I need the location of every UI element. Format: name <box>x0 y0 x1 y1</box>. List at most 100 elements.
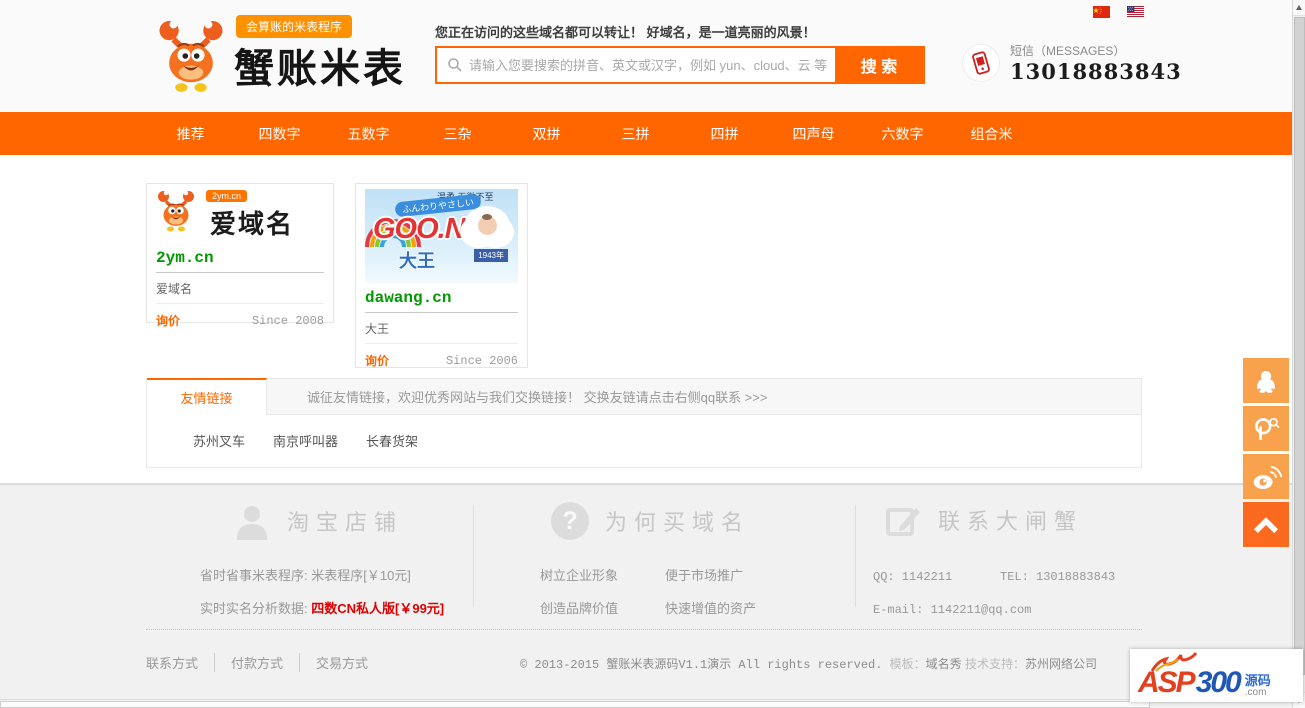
heart-cloud-icon <box>464 206 510 246</box>
data-price-link[interactable]: 四数CN私人版[￥99元] <box>311 601 444 616</box>
paipai-search-button[interactable] <box>1243 406 1289 451</box>
contact-tel: TEL: 13018883843 <box>1000 570 1116 584</box>
nav-item-5digit[interactable]: 五数字 <box>324 124 413 144</box>
language-flags <box>1093 6 1144 18</box>
friend-link-nanjing-pager[interactable]: 南京呼叫器 <box>273 431 338 450</box>
template-link[interactable]: 域名秀 <box>926 657 962 671</box>
footer-divider <box>855 505 856 607</box>
search-input[interactable] <box>437 48 835 82</box>
footer-line-data: 实时实名分析数据: 四数CN私人版[￥99元] <box>200 598 444 617</box>
page: 会算账的米表程序 蟹账米表 您正在访问的这些域名都可以转让！ 好域名，是一道亮丽… <box>0 0 1305 708</box>
footer-line-program: 省时省事米表程序: 米表程序[￥10元] <box>200 565 411 584</box>
domain-card-2ym[interactable]: 2ym.cn 爱域名 2ym.cn 爱域名 询价 Since 2008 <box>146 183 334 328</box>
chevron-up-icon <box>1253 516 1279 533</box>
nav-item-4pinyin[interactable]: 四拼 <box>680 124 769 144</box>
support-link[interactable]: 苏州网络公司 <box>1025 657 1097 671</box>
float-toolbar <box>1243 358 1289 550</box>
friend-links-header: 友情链接 诚征友情链接，欢迎优秀网站与我们交换链接！ 交换友链请点击右侧qq联系… <box>147 378 1141 415</box>
why-item: 快速增值的资产 <box>665 601 757 616</box>
domain-name-link[interactable]: 2ym.cn <box>156 243 324 273</box>
domain-description: 爱域名 <box>156 282 193 296</box>
wm-yuanma: 源码 <box>1244 673 1271 688</box>
horizontal-scrollbar[interactable] <box>0 699 1292 708</box>
phone-circle <box>962 44 1000 82</box>
card-footer: 询价 Since 2006 <box>365 343 518 377</box>
image-year-badge: 1943年 <box>474 249 508 262</box>
domain-name-link[interactable]: dawang.cn <box>365 283 518 313</box>
image-brand-text: GOO.N <box>373 213 466 245</box>
wm-300: 300 <box>1195 666 1242 699</box>
footer-col-title-text: 联系大闸蟹 <box>938 509 1084 534</box>
bottom-link-payment[interactable]: 付款方式 <box>214 653 299 672</box>
weibo-button[interactable] <box>1243 454 1289 499</box>
why-item: 创造品牌价值 <box>540 601 619 616</box>
asp300-watermark[interactable]: ASP 300 源码 .com <box>1130 649 1303 702</box>
support-label: 技术支持： <box>961 657 1026 671</box>
nav-item-3mixed[interactable]: 三杂 <box>413 124 502 144</box>
qq-penguin-icon <box>1257 370 1275 393</box>
footer-dotted-divider <box>146 629 1142 630</box>
pencil-edit-icon <box>886 508 920 536</box>
nav-item-6digit[interactable]: 六数字 <box>858 124 947 144</box>
bottom-link-trade[interactable]: 交易方式 <box>299 653 384 672</box>
tab-friend-links[interactable]: 友情链接 <box>147 378 267 415</box>
card-footer: 询价 Since 2008 <box>156 303 324 337</box>
site-logo[interactable]: 会算账的米表程序 蟹账米表 <box>156 12 436 106</box>
asp300-logo-text: ASP 300 源码 .com <box>1138 666 1271 699</box>
china-flag-icon[interactable] <box>1093 6 1110 18</box>
footer: 淘宝店铺 省时省事米表程序: 米表程序[￥10元] 实时实名分析数据: 四数CN… <box>0 483 1292 708</box>
search-bar: 搜 索 <box>435 46 925 84</box>
bottom-link-contact[interactable]: 联系方式 <box>146 653 214 672</box>
nav-item-combo[interactable]: 组合米 <box>947 124 1036 144</box>
footer-col-taobao-title: 淘宝店铺 <box>233 502 403 540</box>
nav-item-recommend[interactable]: 推荐 <box>146 124 235 144</box>
footer-col-title-text: 为何买域名 <box>605 510 751 535</box>
nav-item-2pinyin[interactable]: 双拼 <box>502 124 591 144</box>
nav-item-4initials[interactable]: 四声母 <box>769 124 858 144</box>
friend-link-changchun-shelf[interactable]: 长春货架 <box>366 431 418 450</box>
copyright: © 2013-2015 蟹账米表源码V1.1演示 All rights rese… <box>520 655 1097 672</box>
crab-mascot-icon <box>156 189 196 234</box>
domain-description: 大王 <box>365 322 390 336</box>
usa-flag-icon[interactable] <box>1127 6 1144 18</box>
phone-number: 13018883843 <box>1010 59 1182 84</box>
line-label: 省时省事米表程序: <box>200 568 312 583</box>
why-item: 便于市场推广 <box>665 568 744 583</box>
friend-links-body: 苏州叉车 南京呼叫器 长春货架 <box>147 415 1141 450</box>
scroll-up-button[interactable] <box>1293 0 1305 16</box>
footer-divider <box>473 505 474 607</box>
baby-hair <box>482 214 492 220</box>
nav-inner: 推荐 四数字 五数字 三杂 双拼 三拼 四拼 四声母 六数字 组合米 <box>146 112 1292 155</box>
nav-item-3pinyin[interactable]: 三拼 <box>591 124 680 144</box>
crab-mascot-icon <box>159 20 223 92</box>
header: 会算账的米表程序 蟹账米表 您正在访问的这些域名都可以转让！ 好域名，是一道亮丽… <box>0 0 1292 112</box>
wm-col: 源码 .com <box>1245 674 1271 698</box>
question-icon: ? <box>551 502 589 540</box>
domain-card-dawang[interactable]: 温柔 无微不至 ふんわりやさしい GOO.N 大王 1943年 dawang.c… <box>355 183 528 368</box>
vertical-scrollbar[interactable] <box>1292 0 1305 708</box>
since-label: Since 2006 <box>445 353 518 368</box>
nav-item-4digit[interactable]: 四数字 <box>235 124 324 144</box>
inquiry-link[interactable]: 询价 <box>365 352 389 369</box>
inquiry-link[interactable]: 询价 <box>156 312 180 329</box>
image-domain-badge: 2ym.cn <box>206 190 248 202</box>
footer-col-why-title: ? 为何买域名 <box>551 502 750 540</box>
program-price-link[interactable]: 米表程序[￥10元] <box>311 568 411 583</box>
image-brand-text: 爱域名 <box>210 209 295 239</box>
main-nav: 推荐 四数字 五数字 三杂 双拼 三拼 四拼 四声母 六数字 组合米 <box>0 112 1292 155</box>
weibo-icon <box>1253 465 1282 489</box>
since-label: Since 2008 <box>251 313 324 328</box>
domain-card-2ym-image: 2ym.cn 爱域名 <box>156 189 324 243</box>
paipai-search-icon <box>1255 417 1280 440</box>
header-notice: 您正在访问的这些域名都可以转让！ 好域名，是一道亮丽的风景！ <box>435 25 816 40</box>
domain-card-dawang-image: 温柔 无微不至 ふんわりやさしい GOO.N 大王 1943年 <box>365 189 518 283</box>
friend-links-notice: 诚征友情链接，欢迎优秀网站与我们交换链接！ 交换友链请点击右侧qq联系 >>> <box>307 390 768 405</box>
mobile-phone-icon <box>972 51 990 75</box>
vertical-scrollbar-thumb[interactable] <box>1294 17 1305 675</box>
logo-slogan-badge: 会算账的米表程序 <box>236 15 353 38</box>
horizontal-scrollbar-thumb[interactable] <box>0 701 1150 708</box>
qq-contact-button[interactable] <box>1243 358 1289 403</box>
back-to-top-button[interactable] <box>1243 502 1289 547</box>
friend-link-suzhou-forklift[interactable]: 苏州叉车 <box>193 431 245 450</box>
search-button[interactable]: 搜 索 <box>835 48 923 82</box>
